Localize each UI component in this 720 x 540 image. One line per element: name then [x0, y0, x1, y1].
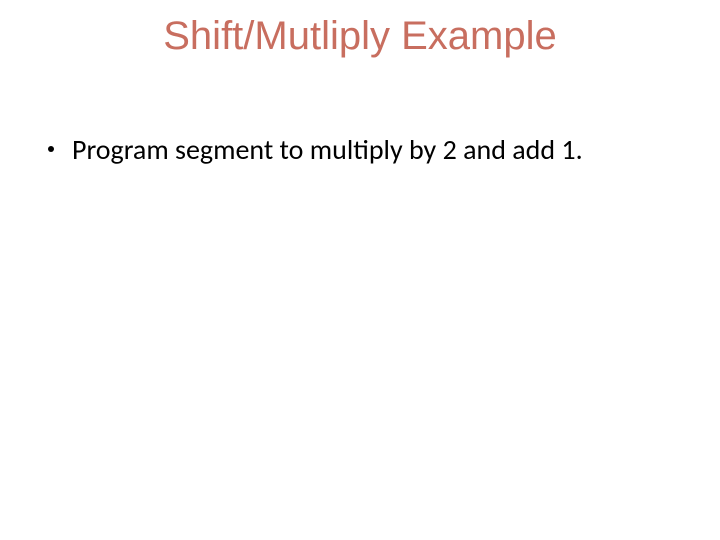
slide: Shift/Mutliply Example Program segment t…: [0, 0, 720, 540]
bullet-text: Program segment to multiply by 2 and add…: [72, 132, 672, 167]
bullet-item: Program segment to multiply by 2 and add…: [48, 132, 672, 167]
bullet-dot-icon: [48, 146, 54, 152]
slide-title: Shift/Mutliply Example: [0, 14, 720, 58]
slide-body: Program segment to multiply by 2 and add…: [48, 132, 672, 167]
